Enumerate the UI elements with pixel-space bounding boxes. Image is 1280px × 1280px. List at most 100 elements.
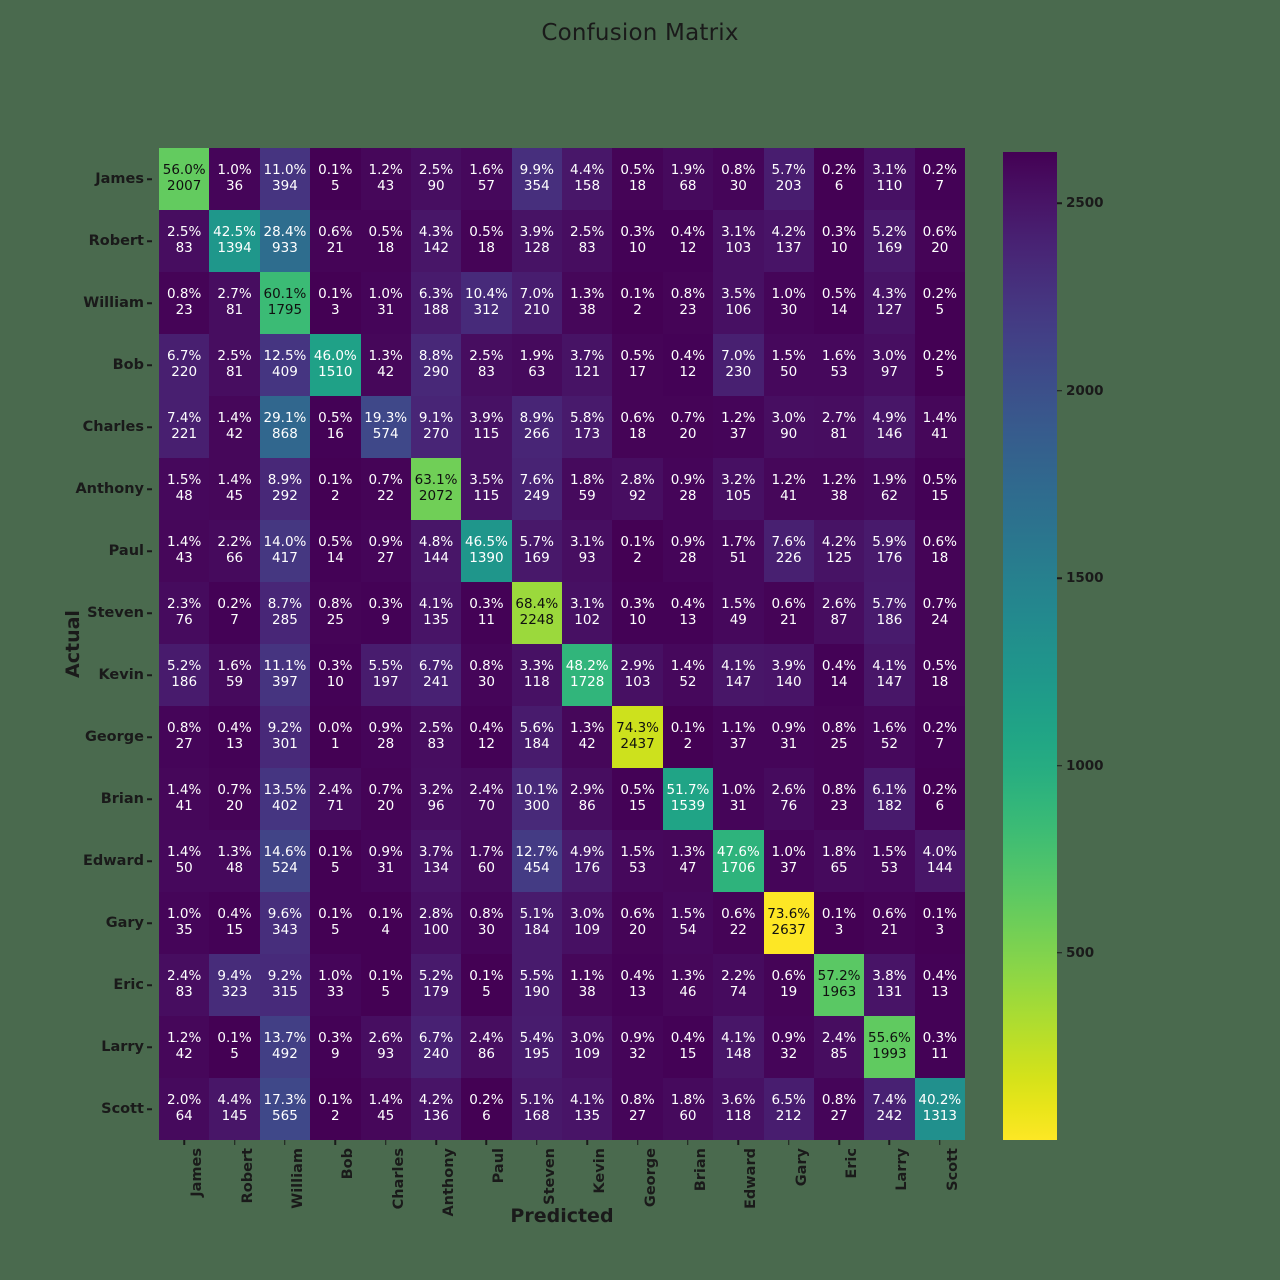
cell-count: 301 — [272, 736, 298, 752]
cell-percent: 0.4% — [217, 720, 252, 737]
table-row: 0.8% 23 2.7% 81 60.1% 1795 0.1% 3 1.0% 31 6.3% 188 1… — [159, 272, 965, 334]
cell-percent: 5.7% — [519, 534, 554, 551]
matrix-cell: 5.7% 169 — [511, 520, 562, 582]
matrix-cell: 0.3% 9 — [310, 1016, 361, 1078]
cell-percent: 6.5% — [771, 1092, 806, 1109]
matrix-cell: 1.9% 62 — [864, 458, 915, 520]
cell-count: 51 — [729, 550, 747, 566]
cell-percent: 40.2% — [918, 1092, 962, 1109]
table-row: 5.2% 186 1.6% 59 11.1% 397 0.3% 10 5.5% 197 6.7% 24… — [159, 644, 965, 706]
x-tick-mark — [838, 1140, 840, 1145]
cell-percent: 5.8% — [570, 410, 605, 427]
cell-percent: 0.0% — [318, 720, 353, 737]
cell-count: 2 — [633, 302, 642, 318]
cell-count: 97 — [880, 364, 899, 380]
x-tick-mark — [687, 1140, 689, 1145]
cell-count: 5 — [482, 984, 491, 1000]
cell-count: 524 — [272, 860, 298, 876]
cell-count: 41 — [780, 488, 798, 504]
cell-percent: 0.3% — [469, 596, 504, 613]
cell-count: 42 — [578, 736, 596, 752]
cell-percent: 0.3% — [318, 1030, 353, 1047]
cell-percent: 8.9% — [267, 472, 303, 489]
table-row: 2.5% 83 42.5% 1394 28.4% 933 0.6% 21 0.5% 18 4.3% 1… — [159, 210, 965, 272]
matrix-cell: 0.1% 2 — [310, 458, 361, 520]
colorbar-tick-labels: 500 1000 1500 2000 2500 — [1057, 152, 1147, 1140]
cell-percent: 0.4% — [670, 348, 706, 365]
cell-count: 5 — [935, 364, 945, 380]
cell-percent: 1.4% — [167, 534, 202, 551]
matrix-cell: 0.6% 20 — [612, 892, 663, 954]
cell-percent: 1.7% — [721, 534, 756, 551]
cell-percent: 3.1% — [570, 596, 605, 613]
cell-percent: 1.9% — [670, 162, 706, 179]
cell-percent: 1.9% — [519, 348, 554, 365]
cell-percent: 2.5% — [167, 224, 202, 241]
matrix-cell: 2.4% 70 — [461, 768, 512, 830]
cell-percent: 60.1% — [263, 286, 307, 303]
cell-count: 15 — [931, 488, 949, 504]
matrix-cell: 2.5% 83 — [461, 334, 512, 396]
matrix-cell: 0.5% 18 — [914, 644, 965, 706]
matrix-cell: 5.8% 173 — [562, 396, 613, 458]
cell-percent: 0.1% — [318, 472, 353, 489]
cell-count: 27 — [628, 1108, 647, 1124]
matrix-cell: 0.2% 7 — [914, 148, 965, 210]
cell-percent: 3.8% — [872, 968, 907, 985]
cell-percent: 57.2% — [817, 968, 861, 985]
cell-count: 43 — [175, 550, 193, 566]
cell-percent: 10.1% — [515, 782, 559, 799]
cell-percent: 13.5% — [263, 782, 307, 799]
x-tick-label-bob: Bob — [340, 1148, 357, 1180]
cell-count: 17 — [628, 364, 647, 380]
cell-count: 103 — [624, 674, 651, 690]
colorbar-tick-mark — [1057, 952, 1062, 954]
cell-count: 127 — [876, 302, 903, 318]
cell-percent: 4.1% — [570, 1092, 605, 1109]
y-tick-mark — [147, 178, 152, 180]
matrix-cell: 2.7% 81 — [209, 272, 260, 334]
matrix-cell: 2.0% 64 — [159, 1078, 210, 1140]
cell-percent: 7.0% — [721, 348, 756, 365]
matrix-cell: 0.5% 18 — [612, 148, 663, 210]
matrix-cell: 6.7% 220 — [159, 334, 210, 396]
colorbar-tick-2500: 2500 — [1066, 195, 1104, 212]
y-tick-mark — [147, 364, 152, 366]
cell-count: 18 — [931, 550, 949, 566]
cell-count: 14 — [830, 674, 848, 690]
x-tick-label-robert: Robert — [239, 1148, 256, 1204]
cell-percent: 0.7% — [922, 596, 957, 613]
matrix-cell: 2.5% 81 — [209, 334, 260, 396]
cell-count: 81 — [225, 302, 244, 318]
matrix-cell: 4.1% 147 — [713, 644, 764, 706]
cell-count: 37 — [729, 426, 747, 442]
cell-percent: 1.6% — [469, 162, 504, 179]
cell-percent: 1.0% — [721, 782, 756, 799]
matrix-cell: 0.3% 11 — [461, 582, 512, 644]
cell-count: 1963 — [821, 984, 857, 1000]
cell-count: 147 — [876, 674, 903, 690]
cell-count: 13 — [628, 984, 647, 1000]
matrix-cell: 1.5% 53 — [612, 830, 663, 892]
matrix-cell: 3.1% 103 — [713, 210, 764, 272]
cell-count: 1706 — [721, 860, 756, 876]
cell-percent: 1.2% — [771, 472, 806, 489]
cell-percent: 2.5% — [418, 162, 454, 179]
cell-count: 176 — [574, 860, 601, 876]
cell-percent: 5.5% — [368, 658, 403, 675]
matrix-cell: 0.1% 5 — [310, 148, 361, 210]
matrix-cell: 5.1% 168 — [511, 1078, 562, 1140]
cell-percent: 2.9% — [570, 782, 605, 799]
matrix-cell: 4.1% 135 — [410, 582, 462, 644]
matrix-cell: 0.4% 14 — [813, 644, 865, 706]
cell-percent: 0.8% — [167, 720, 202, 737]
cell-percent: 3.6% — [721, 1092, 756, 1109]
cell-count: 90 — [427, 178, 445, 194]
table-row: 1.2% 42 0.1% 5 13.7% 492 0.3% 9 2.6% 93 6.7% 240 2.4… — [159, 1016, 965, 1078]
cell-percent: 4.9% — [872, 410, 907, 427]
cell-percent: 0.7% — [368, 472, 403, 489]
matrix-cell: 3.2% 105 — [713, 458, 764, 520]
matrix-cell: 46.0% 1510 — [310, 334, 361, 396]
cell-count: 86 — [477, 1046, 496, 1062]
matrix-cell: 5.7% 203 — [763, 148, 814, 210]
